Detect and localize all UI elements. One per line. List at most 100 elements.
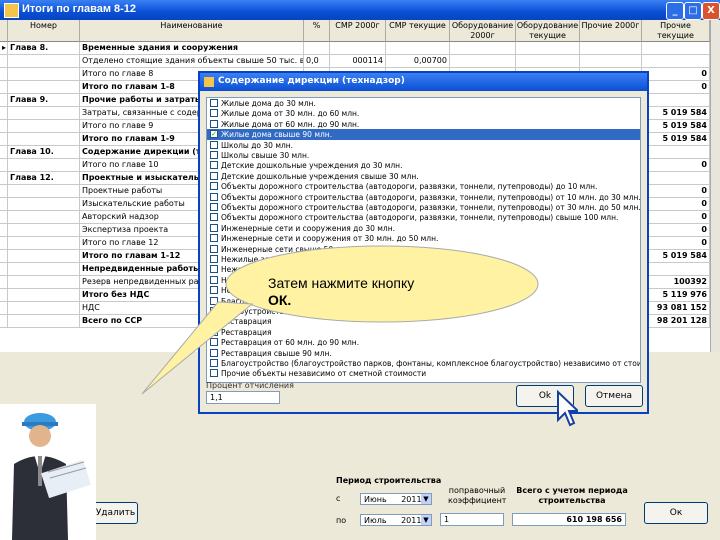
list-item[interactable]: Объекты дорожного строительства (автодор…: [207, 202, 640, 213]
row-marker: [0, 315, 8, 327]
checkbox[interactable]: [210, 161, 218, 170]
table-cell: 98 201 128: [642, 315, 710, 327]
list-item-label: Инженерные сети и сооружения до 30 млн.: [221, 223, 395, 233]
list-item[interactable]: ✓ Жилые дома свыше 90 млн.: [207, 129, 640, 141]
table-row[interactable]: ▸ Глава 8. Временные здания и сооружения: [0, 42, 710, 55]
table-cell: [580, 55, 642, 67]
table-cell: Глава 12.: [8, 172, 80, 184]
list-item-label: Жилые дома до 30 млн.: [221, 99, 316, 108]
from-month: Июнь: [364, 495, 387, 504]
checkbox[interactable]: [210, 171, 218, 180]
table-cell: [8, 133, 80, 145]
table-cell: [8, 120, 80, 132]
row-marker: [0, 68, 8, 80]
list-item[interactable]: Школы свыше 30 млн.: [207, 150, 640, 161]
row-marker: [0, 211, 8, 223]
minimize-button[interactable]: _: [666, 2, 684, 20]
table-cell: [8, 302, 80, 314]
list-item[interactable]: Объекты дорожного строительства (автодор…: [207, 212, 640, 223]
checkbox[interactable]: [210, 109, 218, 118]
total-label: Всего с учетом периода строительства: [516, 486, 628, 505]
list-item[interactable]: Детские дошкольные учреждения свыше 30 м…: [207, 171, 640, 182]
checkbox[interactable]: [210, 151, 218, 159]
table-cell: [642, 94, 710, 106]
checkbox[interactable]: [210, 182, 218, 191]
table-cell: Глава 9.: [8, 94, 80, 106]
app-icon: [4, 3, 19, 18]
chevron-down-icon[interactable]: ▼: [421, 515, 431, 525]
list-item[interactable]: Жилые дома от 30 млн. до 60 млн.: [207, 108, 640, 119]
row-marker: [0, 302, 8, 314]
table-cell: 0,0: [304, 55, 330, 67]
total-value: 610 198 656: [512, 513, 626, 526]
to-date-select[interactable]: Июль 2011 ▼: [360, 514, 432, 526]
table-cell: [8, 81, 80, 93]
table-cell: 0: [642, 224, 710, 236]
list-item[interactable]: Школы до 30 млн.: [207, 140, 640, 151]
column-header[interactable]: СМР 2000г: [330, 20, 386, 42]
checkbox-checked[interactable]: ✓: [210, 130, 218, 139]
checkbox[interactable]: [210, 223, 218, 232]
list-item[interactable]: Жилые дома от 60 млн. до 90 млн.: [207, 119, 640, 130]
table-cell: 5 019 584: [642, 250, 710, 262]
list-item-label: Объекты дорожного строительства (автодор…: [221, 203, 640, 212]
list-item-label: Жилые дома от 60 млн. до 90 млн.: [221, 119, 360, 129]
to-month: Июль: [364, 516, 387, 525]
column-header[interactable]: Прочие 2000г: [580, 20, 642, 42]
to-label: по: [336, 516, 347, 525]
checkbox[interactable]: [210, 119, 218, 128]
list-item[interactable]: Детские дошкольные учреждения до 30 млн.: [207, 160, 640, 171]
list-item[interactable]: Жилые дома до 30 млн.: [207, 98, 640, 109]
checkbox[interactable]: [210, 213, 218, 222]
column-header[interactable]: Оборудование 2000г: [450, 20, 516, 42]
vertical-scrollbar[interactable]: [710, 20, 720, 352]
column-header[interactable]: Прочие текущие: [642, 20, 710, 42]
checkbox[interactable]: [210, 234, 218, 243]
table-row[interactable]: Отделено стоящие здания объекты свыше 50…: [0, 55, 710, 68]
list-item[interactable]: Объекты дорожного строительства (автодор…: [207, 192, 640, 203]
ok-main-button[interactable]: Ок: [644, 502, 708, 524]
list-item[interactable]: Объекты дорожного строительства (автодор…: [207, 181, 640, 192]
checkbox[interactable]: [210, 192, 218, 201]
cancel-button[interactable]: Отмена: [585, 385, 643, 407]
table-cell: [8, 276, 80, 288]
title-bar[interactable]: Итоги по главам 8-12 _ □ X: [0, 0, 720, 20]
from-date-select[interactable]: Июнь 2011 ▼: [360, 493, 432, 505]
table-cell: 000114: [330, 55, 386, 67]
maximize-button[interactable]: □: [684, 2, 702, 20]
checkbox[interactable]: [210, 140, 218, 149]
row-marker: [0, 159, 8, 171]
dialog-title: Содержание дирекции (технадзор): [218, 76, 405, 86]
table-cell: 0: [642, 211, 710, 223]
column-header[interactable]: Оборудование текущие: [516, 20, 580, 42]
table-cell: [8, 107, 80, 119]
column-header[interactable]: %: [304, 20, 330, 42]
engineer-illustration: [0, 404, 96, 540]
header-corner: [0, 20, 8, 42]
checkbox[interactable]: [210, 203, 218, 211]
checkbox[interactable]: [210, 99, 218, 107]
period-title: Период строительства: [336, 476, 442, 485]
chevron-down-icon[interactable]: ▼: [421, 494, 431, 504]
table-cell: [642, 263, 710, 275]
list-item-label: Благоустройство (благоустройство парков,…: [221, 359, 640, 368]
list-item-label: Жилые дома от 30 млн. до 60 млн.: [221, 109, 360, 119]
table-cell: [8, 211, 80, 223]
mouse-cursor-icon: [557, 390, 578, 427]
column-header[interactable]: СМР текущие: [386, 20, 450, 42]
row-marker: [0, 289, 8, 301]
table-cell: [8, 315, 80, 327]
table-cell: 0,00700: [386, 55, 450, 67]
dialog-title-bar[interactable]: Содержание дирекции (технадзор): [200, 73, 647, 91]
list-item[interactable]: Инженерные сети и сооружения до 30 млн.: [207, 223, 640, 234]
column-header[interactable]: Наименование: [80, 20, 304, 42]
row-marker: [0, 55, 8, 67]
table-cell: [642, 42, 710, 54]
coef-input[interactable]: 1: [440, 513, 504, 526]
row-marker: [0, 81, 8, 93]
column-header[interactable]: Номер: [8, 20, 80, 42]
table-cell: [8, 159, 80, 171]
row-marker: [0, 276, 8, 288]
row-marker: ▸: [2, 42, 8, 54]
close-button[interactable]: X: [702, 2, 720, 20]
